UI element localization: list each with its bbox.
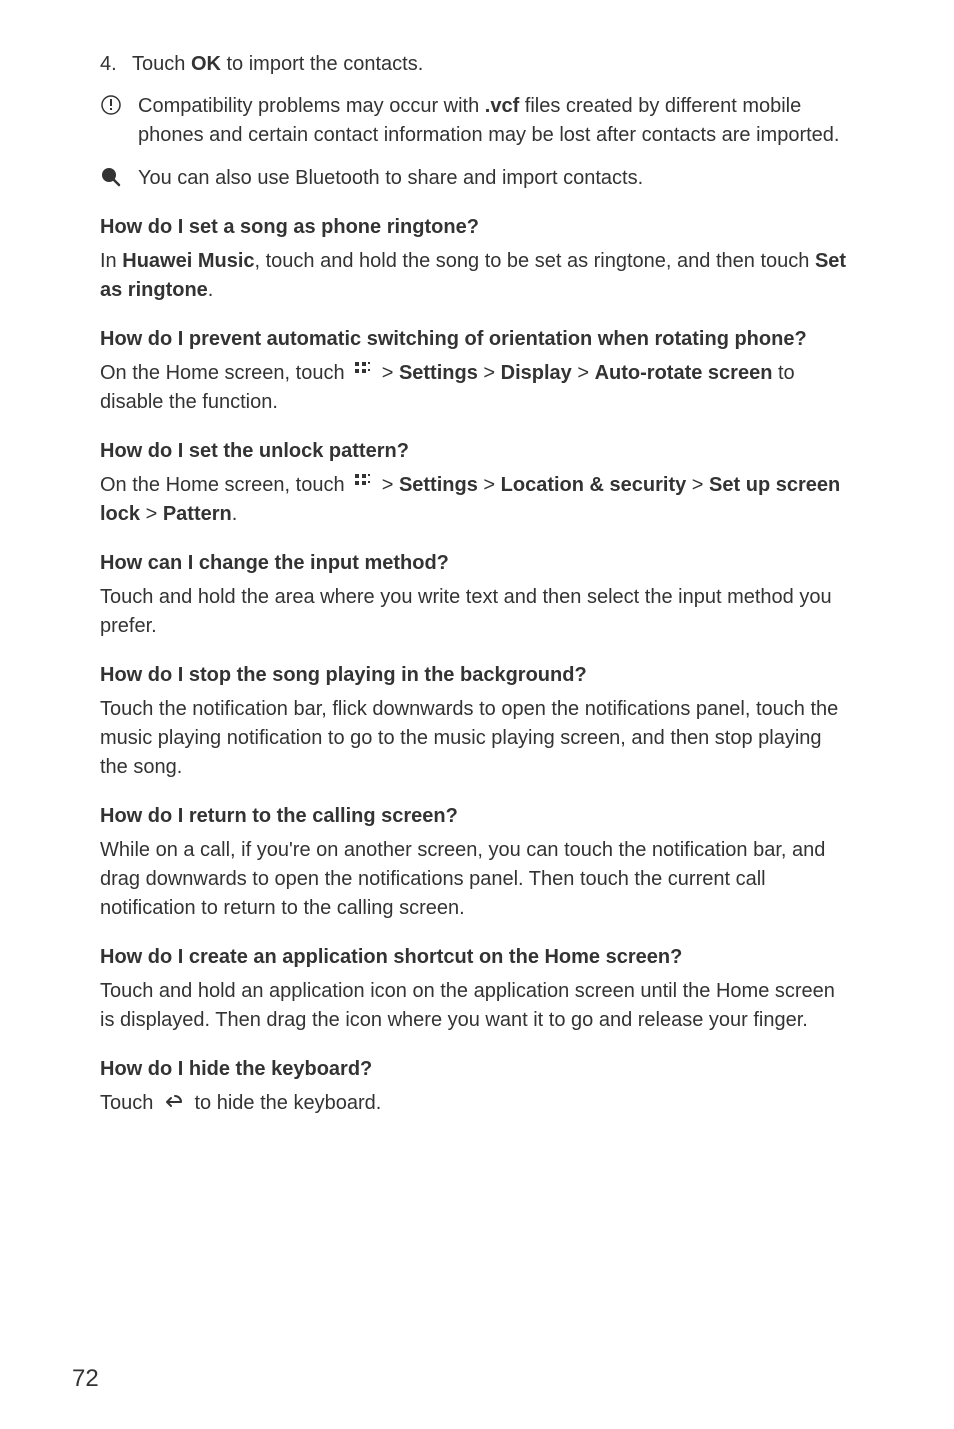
tip-text: You can also use Bluetooth to share and …	[138, 164, 643, 193]
body-stop-song: Touch the notification bar, flick downwa…	[100, 695, 854, 782]
page-number: 72	[72, 1365, 99, 1393]
step-text: Touch OK to import the contacts.	[132, 50, 423, 78]
step-number: 4.	[100, 50, 128, 78]
warning-icon	[100, 94, 128, 116]
body-calling-screen: While on a call, if you're on another sc…	[100, 836, 854, 923]
body-input-method: Touch and hold the area where you write …	[100, 583, 854, 641]
heading-ringtone: How do I set a song as phone ringtone?	[100, 213, 854, 241]
body-ringtone: In Huawei Music, touch and hold the song…	[100, 247, 854, 305]
document-page: 4. Touch OK to import the contacts. Comp…	[0, 0, 954, 1429]
heading-orientation: How do I prevent automatic switching of …	[100, 325, 854, 353]
warning-text: Compatibility problems may occur with .v…	[138, 92, 854, 150]
heading-shortcut: How do I create an application shortcut …	[100, 943, 854, 971]
heading-input-method: How can I change the input method?	[100, 549, 854, 577]
heading-stop-song: How do I stop the song playing in the ba…	[100, 661, 854, 689]
body-shortcut: Touch and hold an application icon on th…	[100, 977, 854, 1035]
heading-calling-screen: How do I return to the calling screen?	[100, 802, 854, 830]
body-unlock-pattern: On the Home screen, touch > Settings > L…	[100, 471, 854, 529]
back-icon	[163, 1090, 185, 1119]
body-orientation: On the Home screen, touch > Settings > D…	[100, 359, 854, 417]
body-hide-keyboard: Touch to hide the keyboard.	[100, 1089, 854, 1118]
warning-callout: Compatibility problems may occur with .v…	[100, 92, 854, 150]
step-4: 4. Touch OK to import the contacts.	[100, 50, 854, 78]
apps-grid-icon	[354, 471, 372, 500]
heading-hide-keyboard: How do I hide the keyboard?	[100, 1055, 854, 1083]
heading-unlock-pattern: How do I set the unlock pattern?	[100, 437, 854, 465]
tip-callout: You can also use Bluetooth to share and …	[100, 164, 854, 193]
apps-grid-icon	[354, 359, 372, 388]
tip-icon	[100, 166, 128, 188]
